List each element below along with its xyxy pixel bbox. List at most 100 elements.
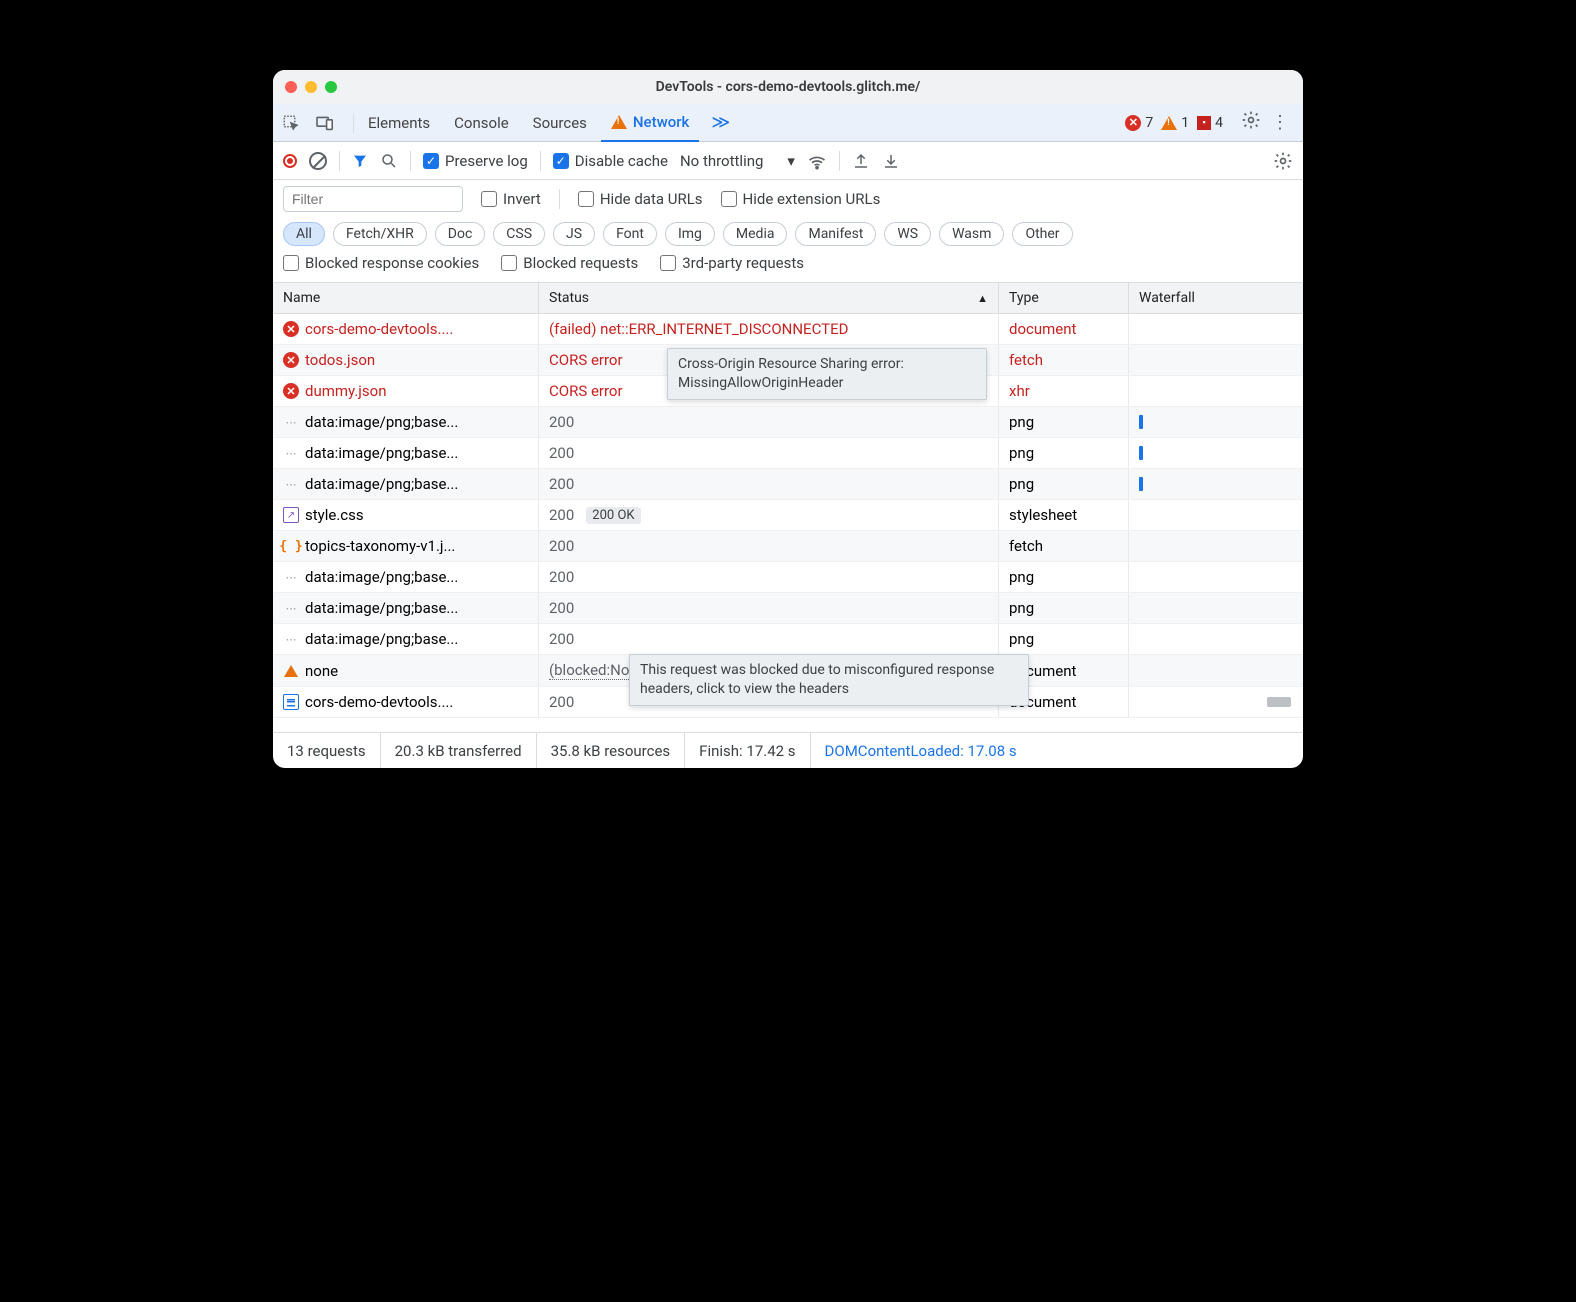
tab-sources[interactable]: Sources [523, 104, 597, 142]
hide-data-urls-checkbox[interactable]: Hide data URLs [578, 190, 703, 208]
cell-waterfall [1129, 500, 1303, 530]
cell-status-text: 200 [549, 568, 574, 586]
cell-type: fetch [999, 345, 1129, 375]
cell-status-text: 200 [549, 599, 574, 617]
filter-input[interactable] [283, 186, 463, 212]
chip-other[interactable]: Other [1012, 222, 1072, 246]
table-row[interactable]: ⋯data:image/png;base...200png [273, 438, 1303, 469]
divider [410, 151, 411, 171]
filter-row: Invert Hide data URLs Hide extension URL… [273, 180, 1303, 218]
invert-checkbox[interactable]: Invert [481, 190, 541, 208]
cell-name: ⋯data:image/png;base... [273, 469, 539, 499]
settings-icon[interactable] [1241, 110, 1261, 135]
chip-img[interactable]: Img [665, 222, 715, 246]
chip-media[interactable]: Media [723, 222, 788, 246]
divider [559, 189, 560, 209]
status-indicators: ✕7 1 ▪4 [1125, 115, 1223, 131]
col-type[interactable]: Type [999, 283, 1129, 313]
cell-waterfall [1129, 655, 1303, 686]
cell-status-text: 200 [549, 693, 574, 711]
chip-ws[interactable]: WS [884, 222, 931, 246]
cell-type: document [999, 314, 1129, 344]
error-icon: ✕ [1125, 115, 1141, 131]
table-row[interactable]: ⋯data:image/png;base...200png [273, 469, 1303, 500]
image-icon: ⋯ [283, 414, 299, 430]
cell-status-text: 200 [549, 506, 574, 524]
chip-doc[interactable]: Doc [435, 222, 486, 246]
table-row[interactable]: ⋯data:image/png;base...200png [273, 562, 1303, 593]
filter-icon[interactable] [352, 153, 368, 169]
device-toggle-icon[interactable] [315, 113, 335, 133]
json-icon: { } [283, 538, 299, 554]
blocked-tooltip: This request was blocked due to misconfi… [629, 654, 1029, 706]
more-icon[interactable]: ⋮ [1265, 112, 1295, 133]
panel-settings-icon[interactable] [1273, 151, 1293, 171]
table-row[interactable]: ⋯data:image/png;base...200png [273, 593, 1303, 624]
maximize-icon[interactable] [325, 81, 337, 93]
third-party-checkbox[interactable]: 3rd-party requests [660, 254, 804, 272]
error-icon: ✕ [283, 352, 299, 368]
chip-font[interactable]: Font [603, 222, 657, 246]
throttling-select[interactable]: No throttling ▾ [680, 152, 795, 170]
download-icon[interactable] [882, 152, 900, 170]
minimize-icon[interactable] [305, 81, 317, 93]
col-waterfall[interactable]: Waterfall [1129, 283, 1303, 313]
table-row[interactable]: ✕cors-demo-devtools....(failed) net::ERR… [273, 314, 1303, 345]
table-row[interactable]: ↗style.css200200 OKstylesheet [273, 500, 1303, 531]
clear-button[interactable] [309, 152, 327, 170]
errors-indicator[interactable]: ✕7 [1125, 115, 1153, 131]
chip-manifest[interactable]: Manifest [795, 222, 876, 246]
tab-console[interactable]: Console [444, 104, 519, 142]
tab-elements[interactable]: Elements [358, 104, 440, 142]
preserve-log-checkbox[interactable]: ✓ Preserve log [423, 152, 528, 170]
cell-type: fetch [999, 531, 1129, 561]
col-status[interactable]: Status▲ [539, 283, 999, 313]
chevron-down-icon: ▾ [787, 152, 795, 170]
table-row[interactable]: { }topics-taxonomy-v1.j...200fetch [273, 531, 1303, 562]
status-bar: 13 requests 20.3 kB transferred 35.8 kB … [273, 732, 1303, 768]
hide-extension-urls-checkbox[interactable]: Hide extension URLs [721, 190, 881, 208]
titlebar: DevTools - cors-demo-devtools.glitch.me/ [273, 70, 1303, 104]
chip-all[interactable]: All [283, 222, 325, 246]
error-icon: ✕ [283, 321, 299, 337]
tabs-overflow-button[interactable]: ≫ [703, 112, 738, 133]
blocked-requests-checkbox[interactable]: Blocked requests [501, 254, 638, 272]
cell-name-text: data:image/png;base... [305, 568, 458, 586]
cell-name-text: data:image/png;base... [305, 599, 458, 617]
cell-name-text: style.css [305, 506, 364, 524]
cell-status-text: CORS error [549, 382, 623, 400]
error-icon: ✕ [283, 383, 299, 399]
blocked-cookies-checkbox[interactable]: Blocked response cookies [283, 254, 479, 272]
cell-waterfall [1129, 376, 1303, 406]
cell-name-text: data:image/png;base... [305, 413, 458, 431]
record-button[interactable] [283, 154, 297, 168]
cell-name-text: todos.json [305, 351, 375, 369]
disable-cache-checkbox[interactable]: ✓ Disable cache [553, 152, 668, 170]
chip-fetch-xhr[interactable]: Fetch/XHR [333, 222, 427, 246]
col-name[interactable]: Name [273, 283, 539, 313]
tab-network[interactable]: Network [601, 104, 699, 142]
chip-js[interactable]: JS [553, 222, 595, 246]
close-icon[interactable] [285, 81, 297, 93]
cell-waterfall [1129, 407, 1303, 437]
checkbox-checked-icon: ✓ [423, 153, 439, 169]
window-title: DevTools - cors-demo-devtools.glitch.me/ [273, 79, 1303, 95]
devtools-window: DevTools - cors-demo-devtools.glitch.me/… [273, 70, 1303, 768]
footer-finish: Finish: 17.42 s [685, 733, 810, 768]
table-row[interactable]: ⋯data:image/png;base...200png [273, 624, 1303, 655]
cell-status: (failed) net::ERR_INTERNET_DISCONNECTED [539, 314, 999, 344]
upload-icon[interactable] [852, 152, 870, 170]
network-conditions-icon[interactable] [807, 152, 827, 170]
chip-css[interactable]: CSS [493, 222, 545, 246]
cell-status-text: 200 [549, 444, 574, 462]
cell-status-text: 200 [549, 475, 574, 493]
cell-waterfall [1129, 624, 1303, 654]
warnings-indicator[interactable]: 1 [1161, 115, 1189, 131]
cell-name-text: data:image/png;base... [305, 444, 458, 462]
chip-wasm[interactable]: Wasm [939, 222, 1004, 246]
checkbox-icon [481, 191, 497, 207]
issues-indicator[interactable]: ▪4 [1197, 115, 1223, 131]
table-row[interactable]: ⋯data:image/png;base...200png [273, 407, 1303, 438]
search-icon[interactable] [380, 152, 398, 170]
inspect-icon[interactable] [281, 113, 301, 133]
